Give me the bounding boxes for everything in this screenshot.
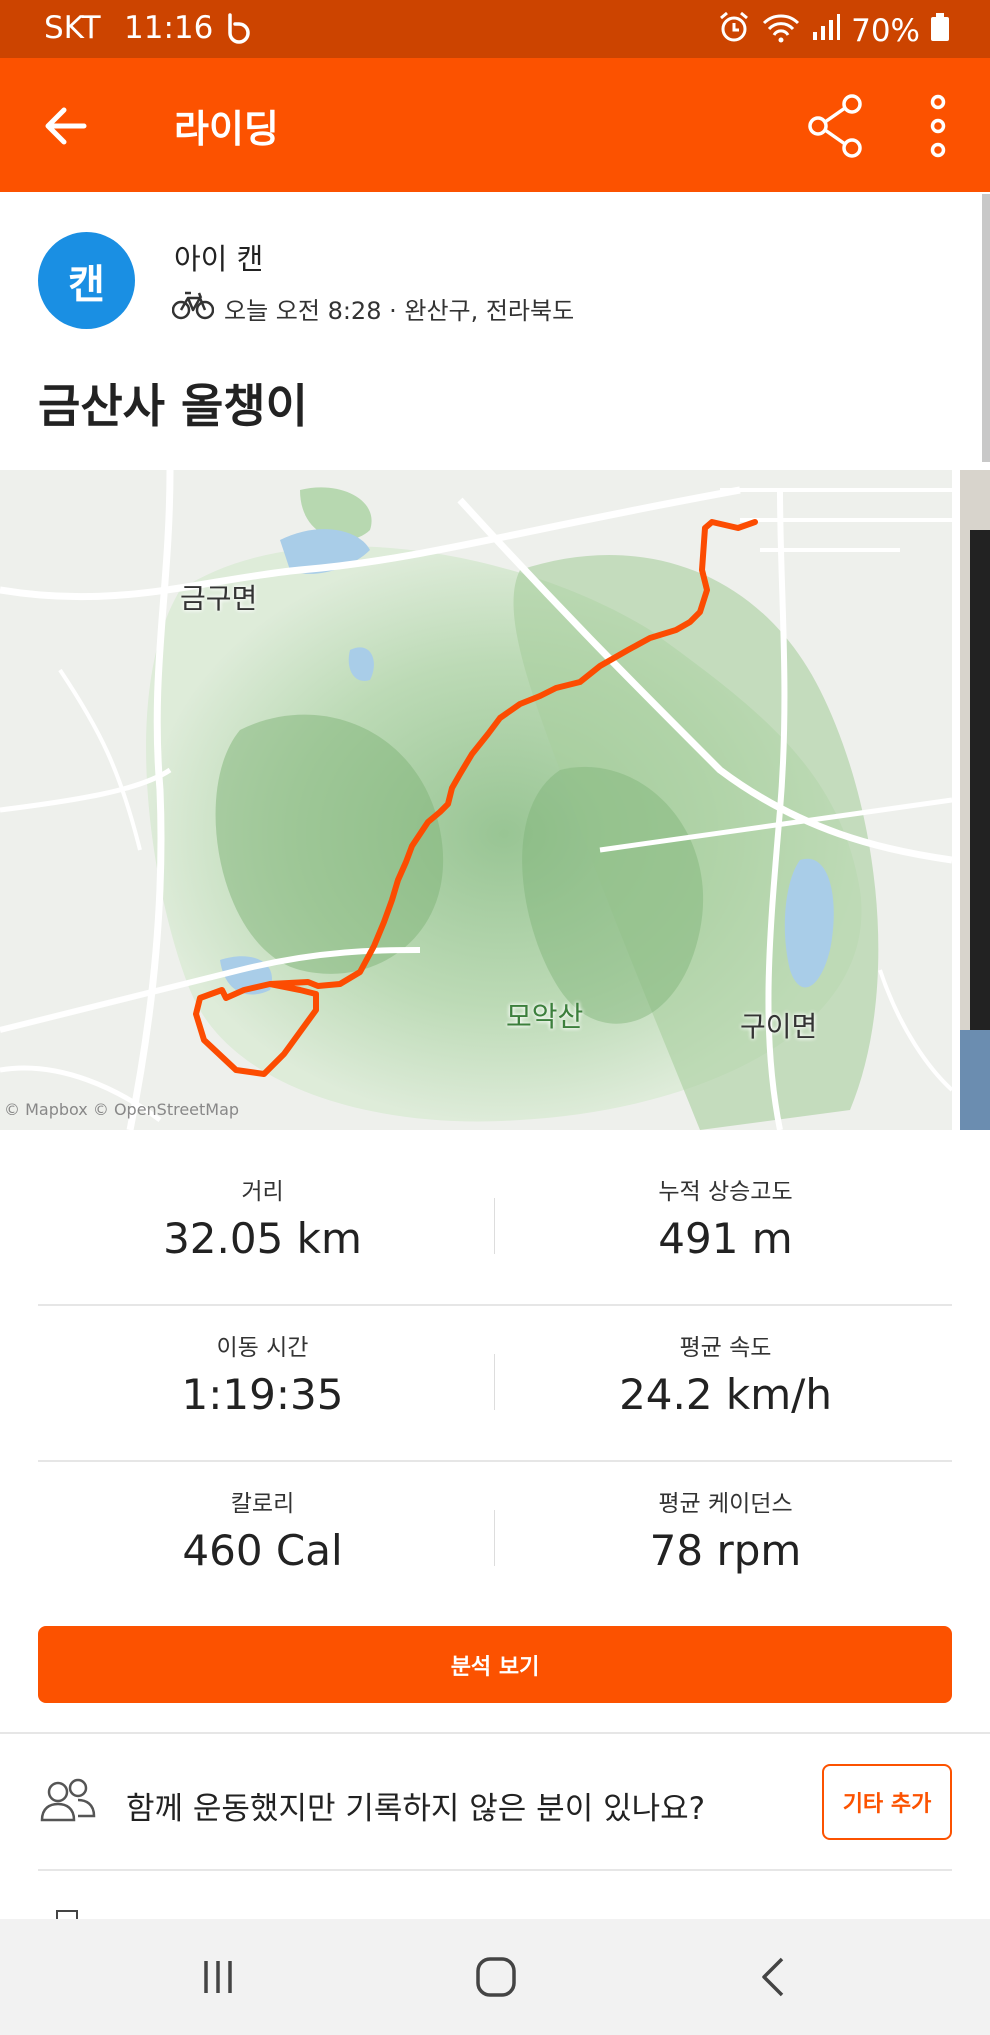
stat-label: 평균 속도 [679, 1335, 772, 1361]
others-question: 함께 운동했지만 기록하지 않은 분이 있나요? [126, 1791, 706, 1827]
scroll-indicator [982, 194, 990, 462]
map-label-moak: 모악산 [506, 1000, 584, 1033]
stat-label: 누적 상승고도 [658, 1179, 793, 1205]
stat-label: 칼로리 [230, 1491, 295, 1517]
map-attribution[interactable]: © Mapbox © OpenStreetMap [4, 1100, 239, 1119]
recent-apps-icon[interactable] [188, 1949, 248, 2005]
stat-divider [494, 1510, 495, 1566]
activity-meta-text: 오늘 오전 8:28 · 완산구, 전라북도 [224, 296, 575, 325]
row-divider [38, 1304, 952, 1306]
add-others-button[interactable]: 기타 추가 [822, 1764, 952, 1840]
view-analysis-button[interactable]: 분석 보기 [38, 1626, 952, 1703]
row-divider [38, 1460, 952, 1462]
photo-peek[interactable] [960, 470, 990, 1130]
stat-value: 1:19:35 [181, 1370, 344, 1419]
group-icon [40, 1778, 96, 1822]
avatar[interactable]: 캔 [38, 232, 135, 329]
stat-value: 78 rpm [649, 1526, 802, 1575]
status-bar: SKT 11:16 70% [0, 0, 990, 58]
home-icon[interactable] [466, 1949, 526, 2005]
stat-value: 24.2 km/h [619, 1370, 832, 1419]
stat-value: 460 Cal [182, 1526, 343, 1575]
activity-title: 금산사 올챙이 [38, 379, 308, 433]
stat-label: 거리 [241, 1179, 284, 1205]
map-label-gui: 구이면 [740, 1010, 818, 1043]
page-title: 라이딩 [174, 107, 279, 151]
bicycle-icon [171, 290, 215, 326]
wifi-icon [761, 11, 801, 51]
stat-avg-speed: 평균 속도 24.2 km/h [478, 1328, 973, 1419]
stat-value: 32.05 km [163, 1214, 362, 1263]
more-vertical-icon[interactable] [918, 92, 958, 160]
b-icon [224, 12, 254, 48]
clock: 11:16 [124, 10, 214, 46]
back-icon[interactable] [744, 1949, 804, 2005]
row-divider [38, 1869, 952, 1871]
alarm-icon [717, 10, 751, 52]
system-nav-bar [0, 1919, 990, 2035]
stat-avg-cadence: 평균 케이던스 78 rpm [478, 1484, 973, 1575]
stat-value: 491 m [658, 1214, 793, 1263]
athlete-name[interactable]: 아이 캔 [174, 236, 263, 278]
stat-label: 이동 시간 [216, 1335, 309, 1361]
stat-moving-time: 이동 시간 1:19:35 [15, 1328, 510, 1419]
section-divider [0, 1732, 990, 1734]
back-arrow-icon[interactable] [38, 96, 98, 156]
stat-calories: 칼로리 460 Cal [15, 1484, 510, 1575]
stat-divider [494, 1198, 495, 1254]
map-label-geumgu: 금구면 [180, 582, 258, 615]
signal-icon [811, 12, 841, 50]
share-icon[interactable] [806, 94, 866, 158]
stat-distance: 거리 32.05 km [15, 1172, 510, 1263]
stat-divider [494, 1354, 495, 1410]
route-map[interactable]: 금구면 모악산 구이면 © Mapbox © OpenStreetMap [0, 470, 952, 1130]
battery-text: 70% [851, 13, 920, 49]
battery-icon [930, 11, 950, 51]
app-bar: 라이딩 [0, 58, 990, 192]
carrier-label: SKT [44, 10, 101, 46]
activity-meta: 오늘 오전 8:28 · 완산구, 전라북도 [171, 290, 575, 326]
stat-label: 평균 케이던스 [658, 1491, 793, 1517]
stat-elevation-gain: 누적 상승고도 491 m [478, 1172, 973, 1263]
